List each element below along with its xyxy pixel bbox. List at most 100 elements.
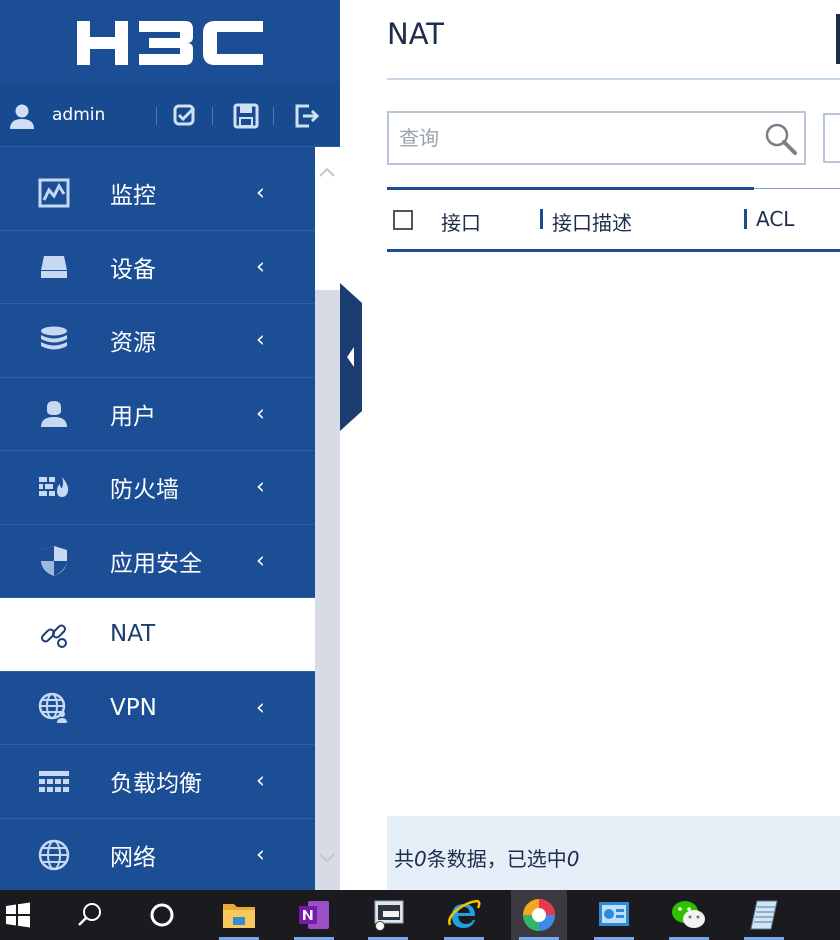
divider bbox=[212, 107, 213, 125]
firewall-icon bbox=[36, 469, 72, 505]
column-header-acl[interactable]: ACL bbox=[756, 207, 794, 231]
chevron-left-icon: ‹ bbox=[256, 254, 265, 280]
sidebar-item-network[interactable]: 网络 ‹ bbox=[0, 818, 315, 890]
table-top-border bbox=[754, 188, 840, 189]
windows-taskbar bbox=[0, 890, 840, 940]
sidebar-item-load-balance[interactable]: 负载均衡 ‹ bbox=[0, 745, 315, 819]
save-disk-icon bbox=[233, 103, 259, 129]
wechat-icon bbox=[672, 901, 705, 928]
sidebar-item-label: 资源 bbox=[110, 330, 156, 357]
chevron-left-icon: ‹ bbox=[256, 548, 265, 574]
dashboard-icon bbox=[599, 902, 629, 926]
ie-icon bbox=[448, 899, 481, 928]
column-header-interface[interactable]: 接口 bbox=[441, 207, 481, 236]
sidebar-item-label: VPN bbox=[110, 694, 157, 721]
save-button[interactable] bbox=[231, 101, 261, 131]
chevron-left-icon: ‹ bbox=[256, 768, 265, 794]
sidebar-item-label: 监控 bbox=[110, 183, 156, 210]
nat-link-icon bbox=[36, 616, 72, 652]
table-header-bottom-border bbox=[387, 249, 840, 252]
main-content: NAT 接口 接口描述 ACL 共0条数据，已选中0 bbox=[362, 0, 840, 890]
column-resize-handle[interactable] bbox=[744, 209, 747, 229]
header-right-edge bbox=[836, 14, 840, 64]
sidebar-item-nat[interactable]: NAT bbox=[0, 598, 315, 672]
h3c-logo-icon bbox=[77, 20, 263, 65]
browser-360[interactable] bbox=[511, 890, 567, 940]
select-all-checkbox[interactable] bbox=[393, 210, 413, 230]
network-globe-icon bbox=[36, 837, 72, 873]
sidebar-item-monitor[interactable]: 监控 ‹ bbox=[0, 157, 315, 231]
total-count: 0 bbox=[414, 847, 427, 871]
selected-count: 0 bbox=[566, 847, 580, 871]
user-icon bbox=[36, 396, 72, 432]
sidebar-item-app-security[interactable]: 应用安全 ‹ bbox=[0, 524, 315, 598]
vpn-globe-icon bbox=[36, 690, 72, 726]
table-top-border bbox=[387, 187, 754, 190]
save-config-button[interactable] bbox=[170, 101, 200, 131]
monitor-chart-icon bbox=[36, 175, 72, 211]
onenote[interactable] bbox=[286, 890, 342, 940]
scroll-up-icon[interactable] bbox=[317, 162, 337, 182]
wechat[interactable] bbox=[661, 890, 717, 940]
chevron-left-icon: ‹ bbox=[256, 180, 265, 206]
search-icon bbox=[78, 903, 101, 926]
notepad[interactable] bbox=[736, 890, 792, 940]
chevron-left-icon: ‹ bbox=[256, 474, 265, 500]
sidebar-collapse-toggle[interactable] bbox=[340, 283, 362, 431]
scroll-down-icon[interactable] bbox=[317, 848, 337, 868]
sidebar-item-label: 应用安全 bbox=[110, 550, 202, 577]
h3c-logo bbox=[0, 0, 340, 85]
search-button[interactable] bbox=[62, 890, 118, 940]
sidebar-item-label: NAT bbox=[110, 621, 156, 648]
chevron-left-icon: ‹ bbox=[256, 401, 265, 427]
browser-icon bbox=[523, 899, 555, 931]
logout-icon bbox=[295, 104, 319, 128]
sidebar-item-firewall[interactable]: 防火墙 ‹ bbox=[0, 451, 315, 525]
sidebar-item-vpn[interactable]: VPN ‹ bbox=[0, 671, 315, 745]
table-header: 接口 接口描述 ACL bbox=[387, 187, 840, 252]
table-footer: 共0条数据，已选中0 bbox=[387, 816, 840, 890]
onenote-icon bbox=[299, 901, 329, 929]
sidebar-item-label: 用户 bbox=[110, 403, 156, 430]
check-edit-icon bbox=[173, 104, 196, 126]
internet-explorer[interactable] bbox=[436, 890, 492, 940]
chevron-left-icon: ‹ bbox=[256, 842, 265, 868]
sidebar-item-label: 防火墙 bbox=[110, 477, 179, 504]
shield-icon bbox=[36, 543, 72, 579]
search-icon[interactable] bbox=[763, 121, 799, 157]
database-icon bbox=[36, 322, 72, 358]
sidebar: admin 监控 ‹ 设备 ‹ 资源 ‹ 用户 ‹ 防火墙 ‹ 应用安全 ‹ N… bbox=[0, 0, 340, 890]
file-explorer[interactable] bbox=[211, 890, 267, 940]
sidebar-item-device[interactable]: 设备 ‹ bbox=[0, 230, 315, 304]
screen-tool[interactable] bbox=[586, 890, 642, 940]
sidebar-item-label: 网络 bbox=[110, 844, 156, 871]
sidebar-item-label: 设备 bbox=[110, 256, 156, 283]
filter-button[interactable] bbox=[823, 113, 840, 163]
record-count-text: 共0条数据，已选中0 bbox=[394, 847, 580, 871]
windows-logo-icon bbox=[6, 902, 30, 928]
nav-menu: 监控 ‹ 设备 ‹ 资源 ‹ 用户 ‹ 防火墙 ‹ 应用安全 ‹ NAT VPN… bbox=[0, 157, 315, 890]
sidebar-item-label: 负载均衡 bbox=[110, 771, 202, 798]
column-header-interface-desc[interactable]: 接口描述 bbox=[552, 207, 632, 236]
start-button[interactable] bbox=[0, 890, 46, 940]
sidebar-item-user[interactable]: 用户 ‹ bbox=[0, 377, 315, 451]
remote-desktop-icon bbox=[374, 900, 404, 931]
username: admin bbox=[52, 105, 106, 125]
folder-icon bbox=[223, 904, 255, 928]
page-title: NAT bbox=[387, 17, 444, 51]
search-input[interactable] bbox=[399, 123, 739, 153]
user-avatar-icon bbox=[10, 104, 34, 129]
remote-desktop[interactable] bbox=[360, 890, 416, 940]
logout-button[interactable] bbox=[291, 101, 321, 131]
divider bbox=[273, 107, 274, 125]
sidebar-item-resource[interactable]: 资源 ‹ bbox=[0, 304, 315, 378]
chevron-left-icon: ‹ bbox=[256, 695, 265, 721]
user-bar: admin bbox=[0, 85, 340, 147]
title-divider bbox=[387, 78, 840, 80]
device-icon bbox=[36, 249, 72, 285]
column-resize-handle[interactable] bbox=[540, 209, 543, 229]
search-box bbox=[387, 111, 806, 165]
cortana-circle-icon bbox=[150, 903, 174, 927]
task-view-button[interactable] bbox=[134, 890, 190, 940]
notepad-icon bbox=[750, 900, 778, 930]
